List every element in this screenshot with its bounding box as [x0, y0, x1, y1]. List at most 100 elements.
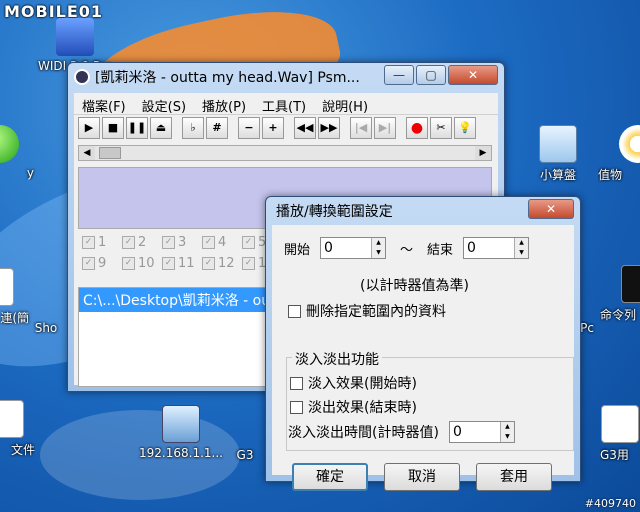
- app-icon: [56, 18, 94, 56]
- fade-in-option[interactable]: 淡入效果(開始時): [290, 373, 417, 393]
- rewind-icon[interactable]: ◀◀: [294, 117, 316, 139]
- track-number: 11: [178, 256, 195, 271]
- desktop-icon[interactable]: G3用: [600, 405, 640, 463]
- end-spinner[interactable]: 0 ▲ ▼: [463, 237, 530, 259]
- track-checkbox[interactable]: ✓: [122, 257, 135, 270]
- track-checkbox[interactable]: ✓: [122, 236, 135, 249]
- spin-down-icon[interactable]: ▼: [515, 248, 529, 258]
- timer-note: (以計時器值為準): [360, 278, 469, 294]
- fade-in-checkbox[interactable]: [290, 376, 303, 390]
- menu-file[interactable]: 檔案(F): [74, 93, 134, 115]
- menu-play[interactable]: 播放(P): [194, 93, 254, 115]
- horizontal-scrollbar[interactable]: ◀ ▶: [78, 145, 492, 161]
- menu-tools[interactable]: 工具(T): [254, 93, 314, 115]
- fade-out-option[interactable]: 淡出效果(結束時): [290, 397, 417, 417]
- document-icon: [0, 400, 24, 438]
- record-icon[interactable]: ●: [406, 117, 428, 139]
- spin-down-icon[interactable]: ▼: [372, 248, 386, 258]
- spin-up-icon[interactable]: ▲: [515, 238, 529, 248]
- track-number: 1: [98, 235, 107, 250]
- fade-out-checkbox[interactable]: [290, 400, 303, 414]
- cancel-button[interactable]: 取消: [384, 463, 460, 491]
- play-icon[interactable]: ▶: [78, 117, 100, 139]
- range-row: 開始 0 ▲ ▼ ～ 結束 0 ▲ ▼: [284, 237, 530, 259]
- desktop-icon-label: 192.168.1.1...: [139, 446, 223, 460]
- track-checkbox[interactable]: ✓: [82, 257, 95, 270]
- desktop-icon[interactable]: 文件: [0, 400, 35, 458]
- minus-icon[interactable]: −: [238, 117, 260, 139]
- spin-up-icon[interactable]: ▲: [500, 422, 514, 432]
- start-label: 開始: [284, 242, 311, 258]
- dialog-titlebar[interactable]: 播放/轉換範圍設定 ✕: [266, 197, 580, 225]
- psm-titlebar[interactable]: [凱莉米洛 - outta my head.Wav] Psm... — ▢ ✕: [68, 63, 504, 91]
- flower-icon: [619, 125, 640, 163]
- delete-range-label: 刪除指定範圍內的資料: [306, 304, 446, 320]
- delete-range-option[interactable]: 刪除指定範圍內的資料: [288, 301, 446, 321]
- start-spinner[interactable]: 0 ▲ ▼: [320, 237, 387, 259]
- track-item[interactable]: ✓ 1: [82, 235, 122, 250]
- flat-icon[interactable]: ♭: [182, 117, 204, 139]
- sharp-icon[interactable]: #: [206, 117, 228, 139]
- plus-icon[interactable]: +: [262, 117, 284, 139]
- end-value[interactable]: 0: [464, 238, 514, 258]
- desktop-icon[interactable]: 命令列: [600, 265, 640, 323]
- scissors-icon[interactable]: ✂: [430, 117, 452, 139]
- scroll-thumb[interactable]: [99, 147, 121, 159]
- track-item[interactable]: ✓ 2: [122, 235, 162, 250]
- track-item[interactable]: ✓ 10: [122, 256, 162, 271]
- track-item[interactable]: ✓ 12: [202, 256, 242, 271]
- spin-down-icon[interactable]: ▼: [500, 432, 514, 442]
- fade-time-spinner[interactable]: 0 ▲ ▼: [448, 421, 515, 443]
- start-value[interactable]: 0: [321, 238, 371, 258]
- bulb-icon[interactable]: 💡: [454, 117, 476, 139]
- pause-icon[interactable]: ❚❚: [126, 117, 148, 139]
- ok-button[interactable]: 確定: [292, 463, 368, 491]
- track-number: 12: [218, 256, 235, 271]
- apply-button[interactable]: 套用: [476, 463, 552, 491]
- menu-settings[interactable]: 設定(S): [134, 93, 194, 115]
- dialog-title: 播放/轉換範圍設定: [276, 204, 393, 220]
- stop-icon[interactable]: ■: [102, 117, 124, 139]
- desktop-icon[interactable]: y: [0, 125, 40, 180]
- track-checkbox[interactable]: ✓: [82, 236, 95, 249]
- track-checkbox[interactable]: ✓: [162, 257, 175, 270]
- fade-time-label: 淡入淡出時間(計時器值): [288, 425, 439, 441]
- cmd-icon: [621, 265, 640, 303]
- scroll-left-icon[interactable]: ◀: [79, 146, 95, 160]
- track-item[interactable]: ✓ 9: [82, 256, 122, 271]
- track-item[interactable]: ✓ 11: [162, 256, 202, 271]
- track-checkbox[interactable]: ✓: [242, 257, 255, 270]
- document-icon: [0, 268, 14, 306]
- track-checkbox[interactable]: ✓: [202, 257, 215, 270]
- range-dialog: 播放/轉換範圍設定 ✕ 開始 0 ▲ ▼ ～ 結束 0 ▲ ▼ (以計時器值為準) …: [265, 196, 581, 491]
- spin-up-icon[interactable]: ▲: [372, 238, 386, 248]
- track-item[interactable]: ✓ 4: [202, 235, 242, 250]
- desktop-icon-label: y: [26, 166, 34, 180]
- dialog-client: 開始 0 ▲ ▼ ～ 結束 0 ▲ ▼ (以計時器值為準) 刪除指定範圍內的資料 淡…: [272, 225, 574, 491]
- document-icon: [601, 405, 639, 443]
- desktop-icon[interactable]: 值物: [598, 125, 640, 183]
- close-button[interactable]: ✕: [448, 65, 498, 85]
- track-item[interactable]: ✓ 3: [162, 235, 202, 250]
- prev-track-icon[interactable]: |◀: [350, 117, 372, 139]
- minimize-button[interactable]: —: [384, 65, 414, 85]
- eject-icon[interactable]: ⏏: [150, 117, 172, 139]
- track-checkbox[interactable]: ✓: [162, 236, 175, 249]
- menu-help[interactable]: 說明(H): [314, 93, 376, 115]
- desktop-icon[interactable]: Sho: [25, 285, 67, 335]
- desktop-icon[interactable]: 192.168.1.1...: [135, 405, 227, 460]
- track-number: 3: [178, 235, 187, 250]
- track-checkbox[interactable]: ✓: [242, 236, 255, 249]
- delete-range-checkbox[interactable]: [288, 304, 301, 318]
- maximize-button[interactable]: ▢: [416, 65, 446, 85]
- green-ball-icon: [0, 125, 19, 163]
- fast-forward-icon[interactable]: ▶▶: [318, 117, 340, 139]
- fade-time-value[interactable]: 0: [450, 422, 500, 442]
- next-track-icon[interactable]: ▶|: [374, 117, 396, 139]
- close-button[interactable]: ✕: [528, 199, 574, 219]
- desktop-icon[interactable]: G3: [225, 448, 265, 462]
- track-number: 9: [98, 256, 107, 271]
- scroll-right-icon[interactable]: ▶: [475, 146, 491, 160]
- track-checkbox[interactable]: ✓: [202, 236, 215, 249]
- desktop-icon[interactable]: 小算盤: [518, 125, 598, 183]
